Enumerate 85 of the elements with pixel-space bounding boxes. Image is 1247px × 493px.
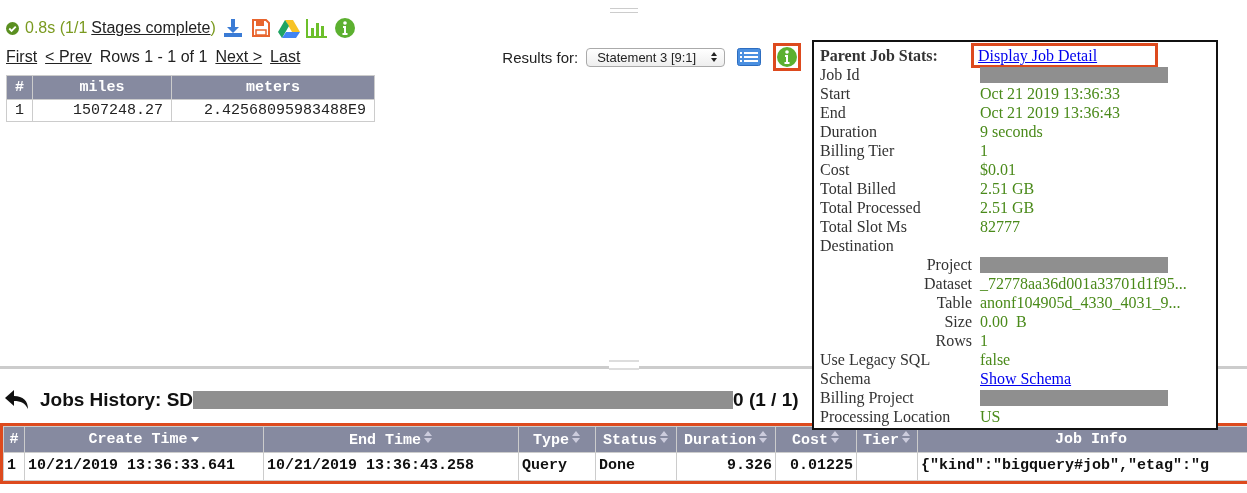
stat-value: _72778aa36d001a33701d1f95... xyxy=(980,274,1188,293)
stat-label: Billing Project xyxy=(820,388,915,407)
stat-label: Total Billed xyxy=(820,179,897,198)
column-header[interactable]: # xyxy=(3,426,25,453)
column-header[interactable]: Duration xyxy=(676,426,776,453)
sort-icon[interactable] xyxy=(571,430,581,444)
stat-label: Cost xyxy=(820,160,851,179)
stat-value: 0.00 B xyxy=(980,312,1028,331)
triangle-logo-icon[interactable] xyxy=(277,18,300,38)
stat-label: Size xyxy=(943,312,973,331)
first-page-link[interactable]: First xyxy=(6,48,38,66)
closing-paren: ) xyxy=(210,19,216,37)
stat-label: Schema xyxy=(820,369,872,388)
statement-select[interactable]: Statement 3 [9:1] xyxy=(586,47,726,67)
table-cell: 10/21/2019 13:36:43.258 xyxy=(263,452,519,481)
stat-label: Rows xyxy=(934,331,973,350)
sort-descending-icon[interactable] xyxy=(189,435,200,443)
popup-title: Parent Job Stats: xyxy=(820,46,939,65)
stat-value: false xyxy=(980,350,1012,369)
stat-value: 82777 xyxy=(980,217,1021,236)
sort-icon[interactable] xyxy=(830,430,840,444)
table-cell: 0.01225 xyxy=(775,452,857,481)
last-page-link[interactable]: Last xyxy=(270,48,301,66)
stat-label: Start xyxy=(820,84,852,103)
list-icon xyxy=(737,48,762,66)
table-cell xyxy=(856,452,918,481)
stat-value: $0.01 xyxy=(980,160,1017,179)
table-cell: 2.42568095983488E9 xyxy=(171,99,375,122)
stat-label: Processing Location xyxy=(820,407,952,426)
table-cell: Query xyxy=(518,452,596,481)
sort-icon[interactable] xyxy=(758,430,768,444)
stages-complete-link[interactable]: Stages complete xyxy=(91,19,211,37)
stat-label: Billing Tier xyxy=(820,141,896,160)
splitter-handle[interactable] xyxy=(608,360,639,370)
stat-label: Total Slot Ms xyxy=(820,217,908,236)
column-header[interactable]: Status xyxy=(595,426,677,453)
stat-label: Dataset xyxy=(923,274,973,293)
column-header[interactable]: Create Time xyxy=(24,426,264,453)
stat-label: Total Processed xyxy=(820,198,922,217)
sort-icon[interactable] xyxy=(901,430,911,444)
stat-value: anonf104905d_4330_4031_9... xyxy=(980,293,1182,312)
stat-value: 2.51 GB xyxy=(980,179,1036,198)
next-page-link[interactable]: Next > xyxy=(215,48,263,66)
table-cell: 1 xyxy=(6,99,33,122)
show-schema-link[interactable]: Show Schema xyxy=(980,369,1072,388)
table-cell: 10/21/2019 13:36:33.641 xyxy=(24,452,264,481)
sort-icon[interactable] xyxy=(659,430,669,444)
back-arrow-icon[interactable] xyxy=(4,389,30,411)
table-cell: 1 xyxy=(3,452,25,481)
stat-label: Use Legacy SQL xyxy=(820,350,932,369)
stat-label: Duration xyxy=(820,122,878,141)
stat-label: Project xyxy=(925,255,973,274)
stat-label: Table xyxy=(935,293,973,312)
display-job-detail-link[interactable]: Display Job Detail xyxy=(974,46,1156,65)
previous-page-link[interactable]: < Prev xyxy=(45,48,92,66)
stat-value: 1 xyxy=(980,141,989,160)
jobs-history-count: 0 (1 / 1) xyxy=(733,389,799,411)
table-cell: 1507248.27 xyxy=(32,99,172,122)
column-header: meters xyxy=(171,75,375,100)
select-arrows-icon xyxy=(710,51,719,63)
splitter-handle[interactable] xyxy=(609,8,638,13)
jobs-history-title: Jobs History: SD xyxy=(40,389,194,411)
stat-label: End xyxy=(820,103,847,122)
table-cell: 9.326 xyxy=(676,452,776,481)
sort-icon[interactable] xyxy=(423,430,433,444)
column-header: # xyxy=(6,75,33,100)
stat-label: Job Id xyxy=(820,65,861,84)
column-header[interactable]: Type xyxy=(518,426,596,453)
download-icon[interactable] xyxy=(222,18,243,38)
bar-chart-icon[interactable] xyxy=(305,18,328,38)
stat-label: Destination xyxy=(820,236,895,255)
stat-value: 1 xyxy=(980,331,989,350)
table-cell: Done xyxy=(595,452,677,481)
results-for-label: Results for: xyxy=(502,48,579,66)
elapsed-time: 0.8s (1/1 xyxy=(25,19,88,37)
stat-value: 9 seconds xyxy=(980,122,1044,141)
info-icon[interactable] xyxy=(334,18,355,38)
column-header: miles xyxy=(32,75,172,100)
check-circle-icon xyxy=(6,21,19,35)
stat-value: US xyxy=(980,407,1002,426)
rows-count: Rows 1 - 1 of 1 xyxy=(99,48,208,66)
stat-value: Oct 21 2019 13:36:43 xyxy=(980,103,1121,122)
column-header[interactable]: End Time xyxy=(263,426,519,453)
stat-value: Oct 21 2019 13:36:33 xyxy=(980,84,1121,103)
stat-value: 2.51 GB xyxy=(980,198,1036,217)
